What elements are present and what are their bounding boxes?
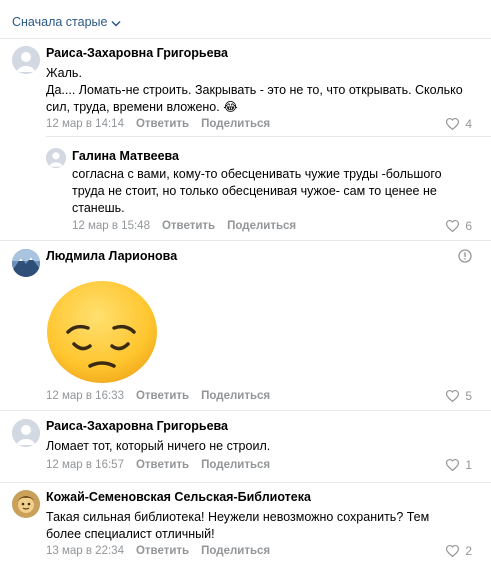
comment-date[interactable]: 12 мар в 14:14	[46, 118, 124, 130]
comment-text: Такая сильная библиотека! Неужели невозм…	[46, 510, 430, 541]
divider	[46, 136, 491, 137]
chevron-down-icon	[111, 20, 121, 27]
comment-text: согласна с вами, кому-то обесценивать чу…	[72, 167, 442, 215]
comment-author[interactable]: Людмила Ларионова	[46, 249, 177, 263]
reply-button[interactable]: Ответить	[136, 390, 189, 402]
like-count: 2	[465, 544, 472, 558]
info-icon[interactable]	[458, 249, 472, 268]
comment: Раиса-Захаровна Григорьева Жаль. Да.... …	[0, 38, 491, 136]
share-button[interactable]: Поделиться	[201, 118, 270, 130]
like-count: 5	[465, 389, 472, 403]
comment-author[interactable]: Раиса-Захаровна Григорьева	[46, 419, 228, 433]
pensive-face-sticker	[46, 280, 158, 389]
heart-icon	[446, 220, 460, 232]
like-count: 4	[465, 117, 472, 131]
avatar[interactable]	[12, 490, 40, 518]
avatar[interactable]	[46, 148, 66, 168]
like-button[interactable]: 1	[446, 458, 472, 472]
comment: Кожай-Семеновская Сельская-Библиотека Та…	[0, 482, 491, 573]
share-button[interactable]: Поделиться	[201, 390, 270, 402]
comment-date[interactable]: 12 мар в 16:33	[46, 390, 124, 402]
default-user-avatar	[12, 46, 40, 74]
comment-date[interactable]: 12 мар в 15:48	[72, 220, 150, 232]
comment-author[interactable]: Галина Матвеева	[72, 149, 179, 163]
reply-button[interactable]: Ответить	[136, 118, 189, 130]
mountain-avatar	[12, 249, 40, 277]
share-button[interactable]: Поделиться	[201, 459, 270, 471]
avatar[interactable]	[12, 249, 40, 277]
share-button[interactable]: Поделиться	[201, 545, 270, 557]
share-button[interactable]: Поделиться	[227, 220, 296, 232]
like-button[interactable]: 5	[446, 389, 472, 403]
cartoon-avatar	[12, 490, 40, 518]
comment-author[interactable]: Кожай-Семеновская Сельская-Библиотека	[46, 490, 311, 504]
comment: Раиса-Захаровна Григорьева Ломает тот, к…	[0, 410, 491, 482]
comment-text: Жаль. Да.... Ломать-не строить. Закрыват…	[46, 66, 463, 114]
comment-text: Ломает тот, который ничего не строил.	[46, 439, 271, 453]
heart-icon	[446, 118, 460, 130]
like-button[interactable]: 6	[446, 219, 472, 233]
heart-icon	[446, 545, 460, 557]
comment: Людмила Ларионова 12 мар в 16:33 Ответит…	[0, 240, 491, 410]
avatar[interactable]	[12, 46, 40, 74]
sort-order-label: Сначала старые	[12, 15, 108, 29]
like-count: 1	[465, 458, 472, 472]
default-user-avatar	[12, 419, 40, 447]
reply-button[interactable]: Ответить	[136, 459, 189, 471]
reply-button[interactable]: Ответить	[136, 545, 189, 557]
comment-date[interactable]: 13 мар в 22:34	[46, 545, 124, 557]
default-user-avatar	[46, 148, 66, 168]
like-button[interactable]: 4	[446, 117, 472, 131]
comment-author[interactable]: Раиса-Захаровна Григорьева	[46, 46, 228, 60]
like-button[interactable]: 2	[446, 544, 472, 558]
heart-icon	[446, 390, 460, 402]
heart-icon	[446, 459, 460, 471]
like-count: 6	[465, 219, 472, 233]
avatar[interactable]	[12, 419, 40, 447]
reply-comment: Галина Матвеева согласна с вами, кому-то…	[0, 136, 491, 240]
sort-order-dropdown[interactable]: Сначала старые	[12, 15, 121, 29]
comment-date[interactable]: 12 мар в 16:57	[46, 459, 124, 471]
reply-button[interactable]: Ответить	[162, 220, 215, 232]
